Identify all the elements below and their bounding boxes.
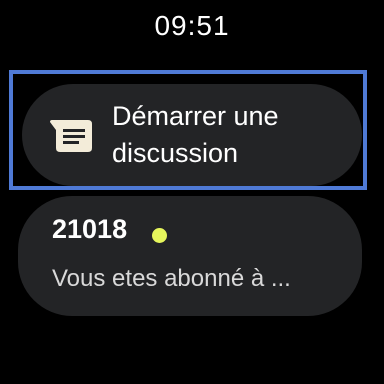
unread-indicator (152, 228, 167, 243)
watch-screen: 09:51 Démarrer une discussion 21018 Vous… (0, 0, 384, 384)
conversation-preview: Vous etes abonné à ... (52, 265, 291, 292)
start-chat-label: Démarrer une discussion (112, 101, 279, 168)
chat-message-icon (50, 120, 92, 152)
status-clock: 09:51 (154, 10, 230, 41)
conversation-title: 21018 (52, 214, 128, 244)
